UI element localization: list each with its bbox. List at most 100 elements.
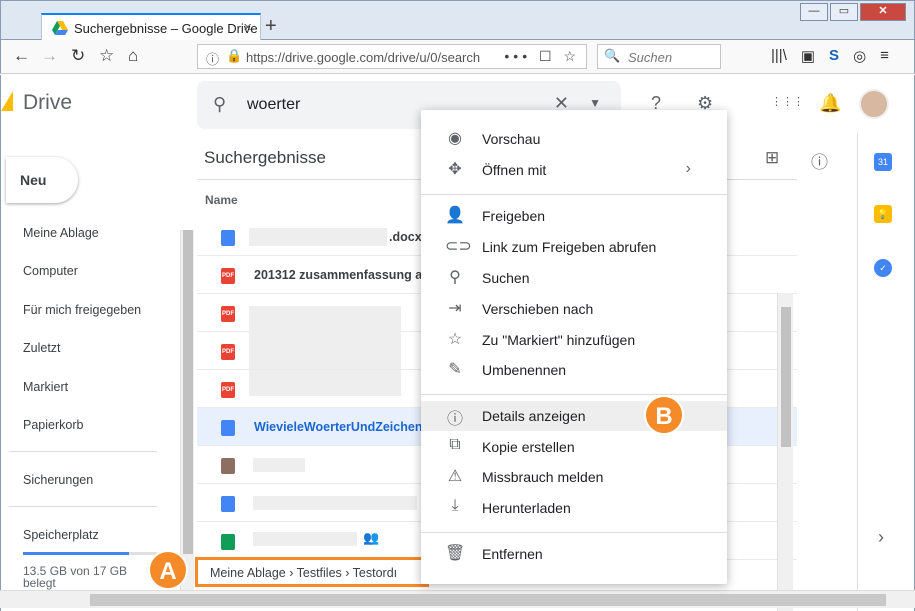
expand-panel-icon[interactable]: ›: [878, 527, 884, 548]
tab-close-icon[interactable]: ×: [243, 19, 252, 36]
menu-item-label: Kopie erstellen: [482, 439, 575, 455]
eye-icon: ◉: [448, 130, 462, 147]
close-window-button[interactable]: ✕: [860, 3, 906, 21]
side-panel: 31 💡 ✓ ›: [857, 133, 915, 611]
library-icon[interactable]: |||\: [771, 47, 787, 65]
star-icon: ☆: [447, 331, 463, 348]
copy-icon: ⧉: [449, 436, 461, 453]
open-with-icon: ✥: [448, 161, 462, 178]
breadcrumb[interactable]: Meine Ablage › Testfiles › Testordı: [195, 557, 429, 587]
scrollbar-thumb[interactable]: [90, 594, 886, 606]
redacted-name: [253, 532, 357, 546]
link-icon: ⊂⊃: [445, 238, 472, 255]
url-bar[interactable]: ⓘ 🔒 https://drive.google.com/drive/u/0/s…: [197, 44, 587, 69]
add-person-icon: 👤: [445, 207, 465, 224]
search-placeholder: Suchen: [628, 50, 673, 65]
browser-search-input[interactable]: 🔍 Suchen: [597, 44, 721, 69]
new-button[interactable]: Neu: [6, 157, 78, 203]
forward-icon[interactable]: →: [41, 46, 58, 66]
info-icon: ⓘ: [446, 411, 463, 428]
tab-title: Suchergebnisse – Google Drive: [74, 21, 258, 36]
menu-item-search[interactable]: ⚲ Suchen: [421, 263, 727, 293]
sidebar-item-backups[interactable]: Sicherungen: [23, 473, 93, 487]
url-text[interactable]: https://drive.google.com/drive/u/0/searc…: [246, 50, 496, 65]
menu-icon[interactable]: ≡: [880, 47, 889, 65]
menu-item-open-with[interactable]: ✥ Öffnen mit ›: [421, 155, 727, 185]
page-actions-icon[interactable]: ••• ☐ ☆: [504, 48, 580, 65]
search-icon: ⚲: [449, 269, 461, 286]
avatar[interactable]: [859, 89, 889, 119]
menu-divider: [421, 194, 727, 195]
page-title: Suchergebnisse: [204, 148, 326, 167]
list-scrollbar[interactable]: [777, 293, 793, 611]
google-drive-favicon-icon: [52, 21, 68, 35]
menu-item-share[interactable]: 👤 Freigeben: [421, 201, 727, 231]
menu-item-label: Umbenennen: [482, 362, 567, 378]
menu-item-label: Details anzeigen: [482, 408, 586, 424]
scrollbar-thumb[interactable]: [183, 230, 193, 554]
sidebar-item-computers[interactable]: Computer: [23, 264, 78, 278]
apps-grid-icon[interactable]: ⋮⋮⋮: [771, 95, 804, 108]
grid-view-icon[interactable]: ⊞: [765, 148, 779, 168]
drive-logo-text[interactable]: Drive: [23, 91, 72, 115]
keep-icon[interactable]: 💡: [874, 205, 892, 223]
move-folder-icon: ⇥: [448, 300, 462, 317]
sidebar-item-shared[interactable]: Für mich freigegeben: [23, 303, 141, 317]
menu-item-rename[interactable]: ✎ Umbenennen: [421, 355, 727, 385]
warning-icon: ⚠: [447, 468, 463, 485]
info-icon[interactable]: ⓘ: [811, 148, 828, 173]
menu-item-remove[interactable]: 🗑 Entfernen: [421, 539, 727, 569]
menu-item-get-link[interactable]: ⊂⊃ Link zum Freigeben abrufen: [421, 232, 727, 262]
sidebar-item-recent[interactable]: Zuletzt: [23, 341, 61, 355]
menu-item-make-copy[interactable]: ⧉ Kopie erstellen: [421, 432, 727, 462]
menu-item-label: Link zum Freigeben abrufen: [482, 239, 657, 255]
browser-tab[interactable]: Suchergebnisse – Google Drive ×: [41, 13, 261, 42]
back-icon[interactable]: ←: [13, 46, 30, 66]
menu-item-label: Missbrauch melden: [482, 469, 604, 485]
menu-item-preview[interactable]: ◉ Vorschau: [421, 124, 727, 154]
sidebar-item-trash[interactable]: Papierkorb: [23, 418, 83, 432]
pdf-file-icon: PDF: [221, 306, 235, 322]
sidebar-icon[interactable]: ▣: [801, 47, 815, 65]
menu-item-report-abuse[interactable]: ⚠ Missbrauch melden: [421, 462, 727, 492]
reload-icon[interactable]: ↻: [71, 46, 85, 66]
context-menu: ◉ Vorschau ✥ Öffnen mit › 👤 Freigeben ⊂⊃…: [421, 110, 727, 584]
calendar-icon[interactable]: 31: [874, 153, 892, 171]
menu-item-label: Vorschau: [482, 131, 541, 147]
search-icon: 🔍: [604, 48, 621, 63]
menu-item-move-to[interactable]: ⇥ Verschieben nach: [421, 294, 727, 324]
shared-people-icon: 👥: [363, 530, 380, 545]
site-info-icon[interactable]: ⓘ: [206, 49, 219, 68]
sidebar-item-starred[interactable]: Markiert: [23, 380, 68, 394]
bookmark-star-icon[interactable]: ☆: [99, 46, 114, 66]
menu-item-label: Suchen: [482, 270, 530, 286]
menu-item-download[interactable]: ⤓ Herunterladen: [421, 493, 727, 523]
pdf-file-icon: PDF: [221, 268, 235, 284]
search-query[interactable]: woerter: [247, 96, 300, 114]
lock-icon: 🔒: [226, 48, 243, 63]
maximize-button[interactable]: ▭: [830, 3, 858, 21]
search-options-icon[interactable]: ▼: [589, 96, 601, 110]
sidebar-item-my-drive[interactable]: Meine Ablage: [23, 226, 99, 240]
column-header-name[interactable]: Name: [205, 193, 238, 207]
minimize-button[interactable]: —: [800, 3, 828, 21]
horizontal-scrollbar[interactable]: [0, 590, 915, 608]
file-name: WievieleWoerterUndZeichen: [254, 420, 423, 434]
sidebar-item-storage[interactable]: Speicherplatz: [23, 528, 99, 542]
doc-file-icon: [221, 496, 235, 512]
redacted-name: [253, 458, 305, 472]
notifications-icon[interactable]: 🔔: [819, 93, 841, 114]
sidebar-scrollbar[interactable]: [180, 230, 194, 590]
scrollbar-thumb[interactable]: [781, 307, 791, 447]
drive-logo-icon: [1, 91, 13, 111]
extension-s-icon[interactable]: S: [829, 47, 839, 65]
pdf-file-icon: PDF: [221, 344, 235, 360]
trash-icon: 🗑: [445, 545, 466, 562]
tasks-icon[interactable]: ✓: [874, 259, 892, 277]
search-icon[interactable]: ⚲: [213, 94, 226, 115]
new-tab-button[interactable]: +: [265, 15, 277, 38]
menu-item-label: Zu "Markiert" hinzufügen: [482, 332, 636, 348]
menu-item-add-star[interactable]: ☆ Zu "Markiert" hinzufügen: [421, 325, 727, 355]
home-icon[interactable]: ⌂: [128, 46, 138, 66]
extension-shield-icon[interactable]: ◎: [853, 47, 866, 65]
